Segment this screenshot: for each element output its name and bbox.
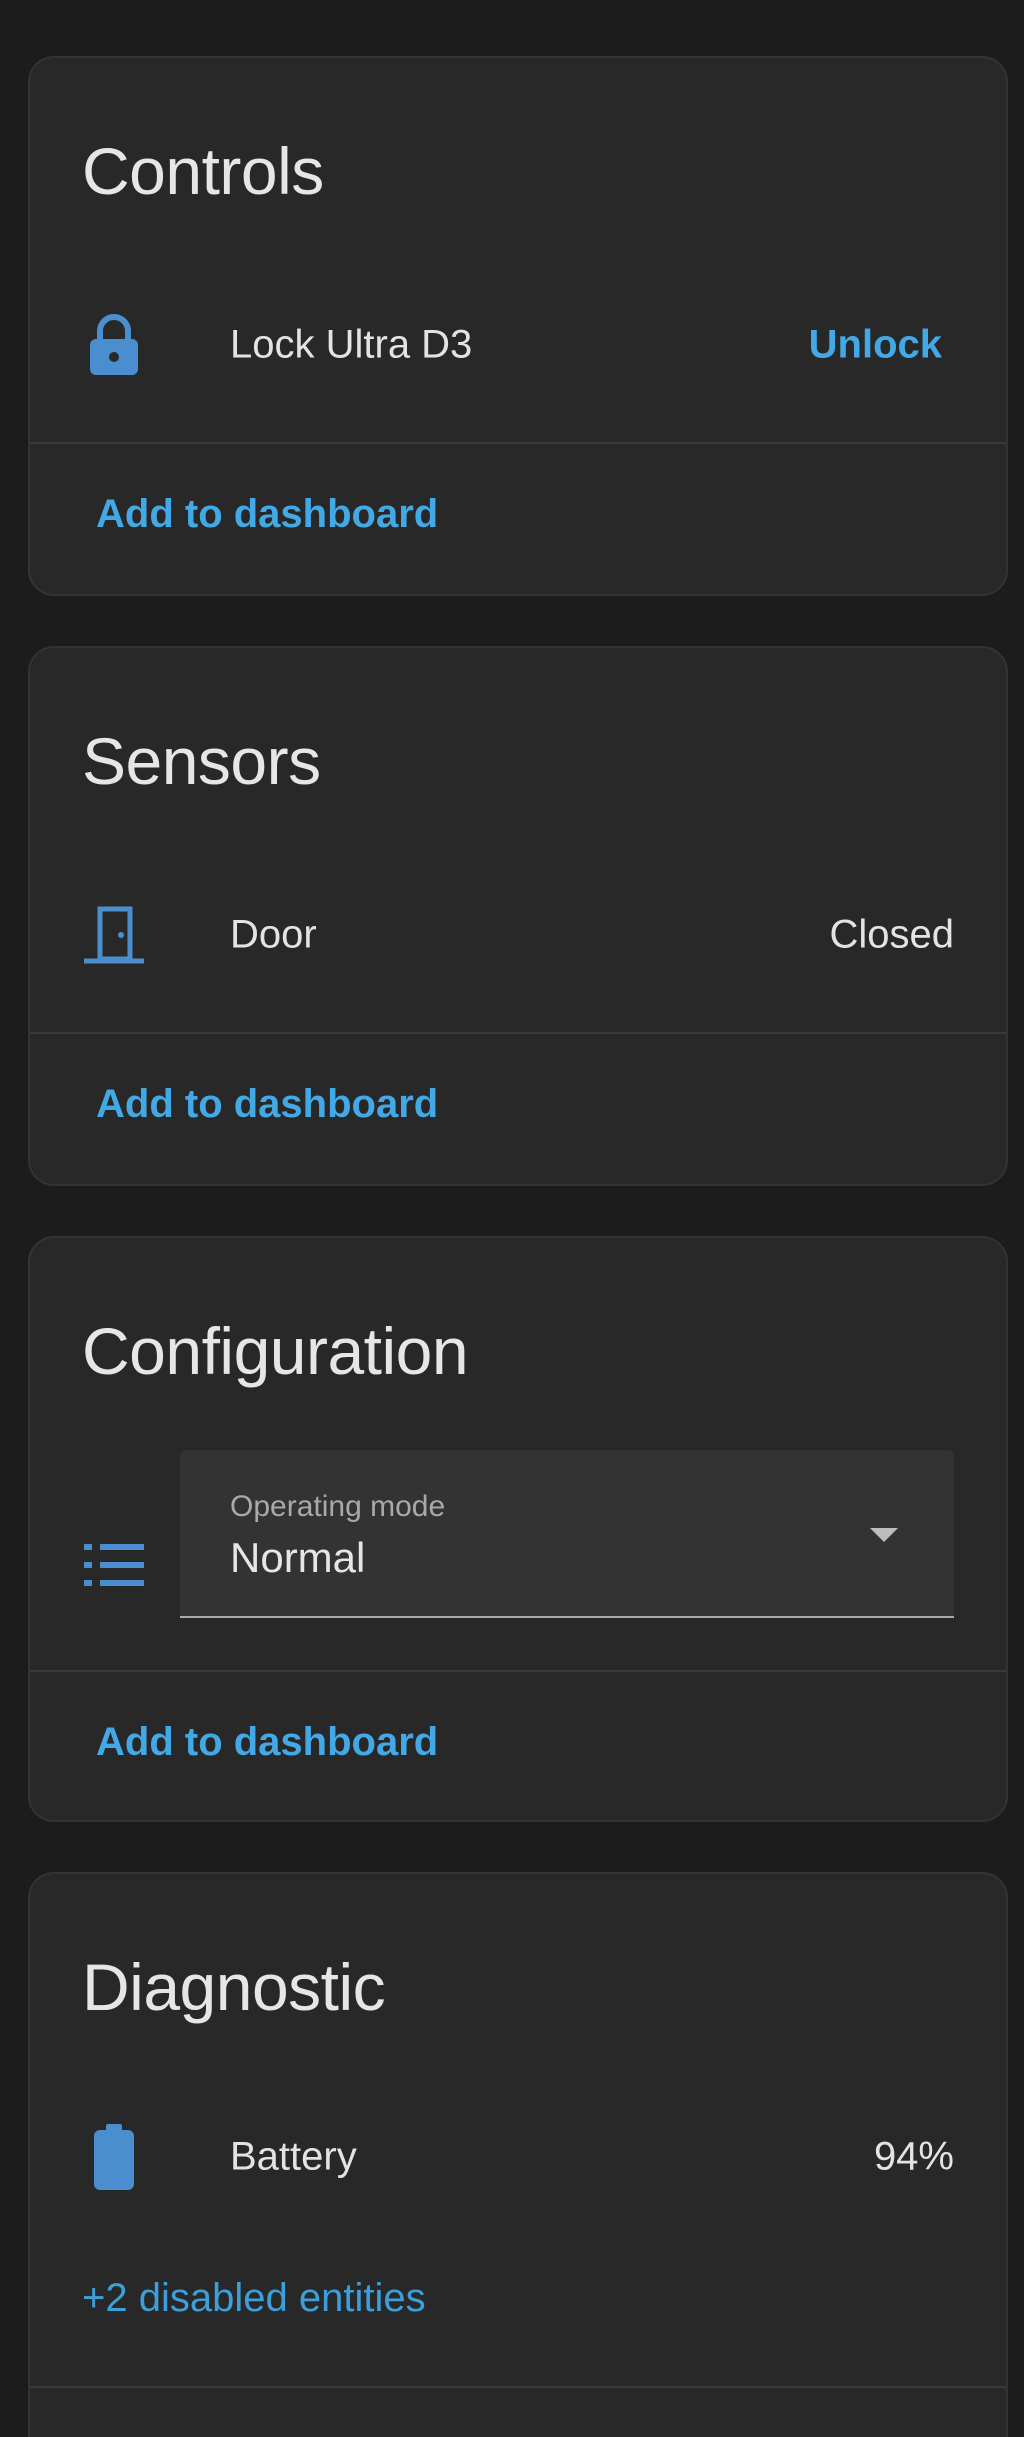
- unlock-button[interactable]: Unlock: [809, 323, 942, 368]
- divider: [30, 2386, 1006, 2388]
- entity-row-battery[interactable]: Battery 94%: [30, 2112, 1006, 2202]
- card-title: Controls: [82, 134, 324, 208]
- select-label: Operating mode: [230, 1490, 446, 1523]
- entity-state: 94%: [873, 2134, 954, 2179]
- lock-icon: [82, 313, 146, 377]
- battery-icon: [82, 2124, 146, 2190]
- entity-row-lock[interactable]: Lock Ultra D3 Unlock: [30, 300, 1006, 390]
- add-to-dashboard-button[interactable]: Add to dashboard: [96, 1082, 438, 1127]
- controls-card: Controls Lock Ultra D3 Unlock Add to das…: [28, 56, 1008, 596]
- dropdown-arrow-icon[interactable]: [870, 1528, 898, 1542]
- operating-mode-select[interactable]: Operating mode Normal: [180, 1450, 954, 1618]
- add-to-dashboard-button[interactable]: Add to dashboard: [96, 492, 438, 537]
- divider: [30, 1032, 1006, 1034]
- sensors-card: Sensors Door Closed Add to dashboard: [28, 646, 1008, 1186]
- door-icon: [82, 903, 146, 967]
- entity-state: Closed: [829, 912, 954, 957]
- entity-name: Door: [230, 912, 317, 957]
- diagnostic-card: Diagnostic Battery 94% +2 disabled entit…: [28, 1872, 1008, 2437]
- divider: [30, 1670, 1006, 1672]
- list-icon: [82, 1534, 146, 1598]
- entity-row-door[interactable]: Door Closed: [30, 890, 1006, 980]
- entity-name: Lock Ultra D3: [230, 322, 473, 367]
- disabled-entities-link[interactable]: +2 disabled entities: [82, 2276, 426, 2321]
- device-page: Controls Lock Ultra D3 Unlock Add to das…: [0, 0, 1024, 2437]
- card-title: Sensors: [82, 724, 321, 798]
- divider: [30, 442, 1006, 444]
- entity-name: Battery: [230, 2134, 357, 2179]
- select-value: Normal: [230, 1534, 366, 1581]
- card-title: Diagnostic: [82, 1950, 386, 2024]
- configuration-card: Configuration Operating mode Normal Add …: [28, 1236, 1008, 1822]
- add-to-dashboard-button[interactable]: Add to dashboard: [96, 1720, 438, 1765]
- card-title: Configuration: [82, 1314, 469, 1388]
